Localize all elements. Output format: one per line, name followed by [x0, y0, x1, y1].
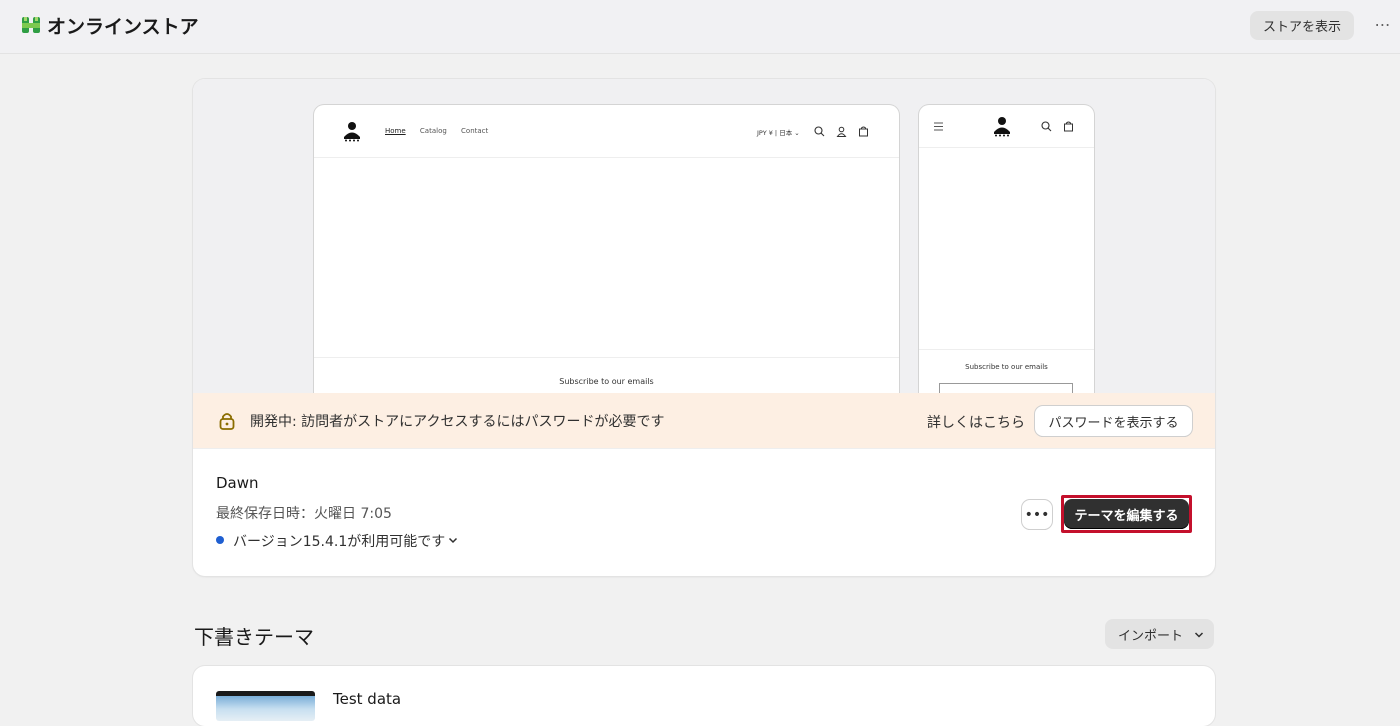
store-logo-icon — [994, 117, 1010, 137]
cart-icon — [1064, 121, 1073, 132]
show-password-button[interactable]: パスワードを表示する — [1035, 406, 1192, 436]
page-title: オンラインストア — [47, 16, 199, 38]
chevron-down-icon[interactable] — [447, 534, 459, 546]
chevron-down-icon — [1194, 632, 1204, 638]
last-saved-text: 最終保存日時：火曜日 7:05 — [216, 506, 392, 522]
theme-more-actions-button[interactable]: ••• — [1022, 500, 1052, 529]
preview-divider — [314, 357, 899, 358]
current-theme-card: Home Catalog Contact JPY ¥ | 日本 ⌄ Subscr… — [193, 79, 1215, 576]
cart-icon — [859, 126, 868, 137]
preview-header: Home Catalog Contact JPY ¥ | 日本 ⌄ — [314, 105, 899, 158]
more-actions-icon[interactable]: ⋯ — [1370, 15, 1396, 37]
preview-nav: Home Catalog Contact — [385, 127, 500, 135]
nav-catalog: Catalog — [419, 127, 447, 135]
search-icon — [1041, 121, 1052, 132]
email-input-preview — [939, 383, 1073, 393]
draft-theme-thumbnail[interactable] — [216, 691, 315, 721]
version-update-toggle[interactable]: バージョン15.4.1が利用可能です — [233, 531, 445, 551]
status-dot — [216, 536, 224, 544]
locale-selector: JPY ¥ | 日本 ⌄ — [757, 129, 800, 137]
subscribe-heading: Subscribe to our emails — [965, 363, 1048, 371]
theme-name: Dawn — [216, 474, 259, 492]
import-label: インポート — [1118, 628, 1184, 644]
subscribe-heading: Subscribe to our emails — [559, 377, 654, 386]
search-icon — [814, 126, 825, 137]
edit-theme-button[interactable]: テーマを編集する — [1064, 499, 1189, 529]
online-store-icon — [22, 17, 40, 33]
menu-icon — [934, 122, 943, 131]
store-logo-icon — [344, 122, 360, 142]
draft-theme-name: Test data — [333, 690, 402, 708]
mobile-preview: Subscribe to our emails — [919, 105, 1094, 393]
preview-divider — [919, 349, 1094, 350]
view-store-button[interactable]: ストアを表示 — [1250, 11, 1354, 40]
password-banner: 開発中: 訪問者がストアにアクセスするにはパスワードが必要です 詳しくはこちら … — [193, 393, 1215, 449]
top-bar: オンラインストア ストアを表示 ⋯ — [0, 0, 1400, 54]
nav-home: Home — [385, 127, 406, 135]
draft-themes-heading: 下書きテーマ — [194, 625, 314, 649]
account-icon — [836, 126, 847, 137]
import-button[interactable]: インポート — [1105, 619, 1214, 649]
theme-preview[interactable]: Home Catalog Contact JPY ¥ | 日本 ⌄ Subscr… — [193, 79, 1215, 393]
desktop-preview: Home Catalog Contact JPY ¥ | 日本 ⌄ Subscr… — [314, 105, 899, 393]
nav-contact: Contact — [461, 127, 489, 135]
draft-theme-card: Test data — [193, 666, 1215, 726]
banner-message: 開発中: 訪問者がストアにアクセスするにはパスワードが必要です — [250, 414, 665, 430]
learn-more-link[interactable]: 詳しくはこちら — [927, 412, 1025, 432]
lock-icon — [219, 413, 235, 430]
mobile-header — [919, 105, 1094, 148]
